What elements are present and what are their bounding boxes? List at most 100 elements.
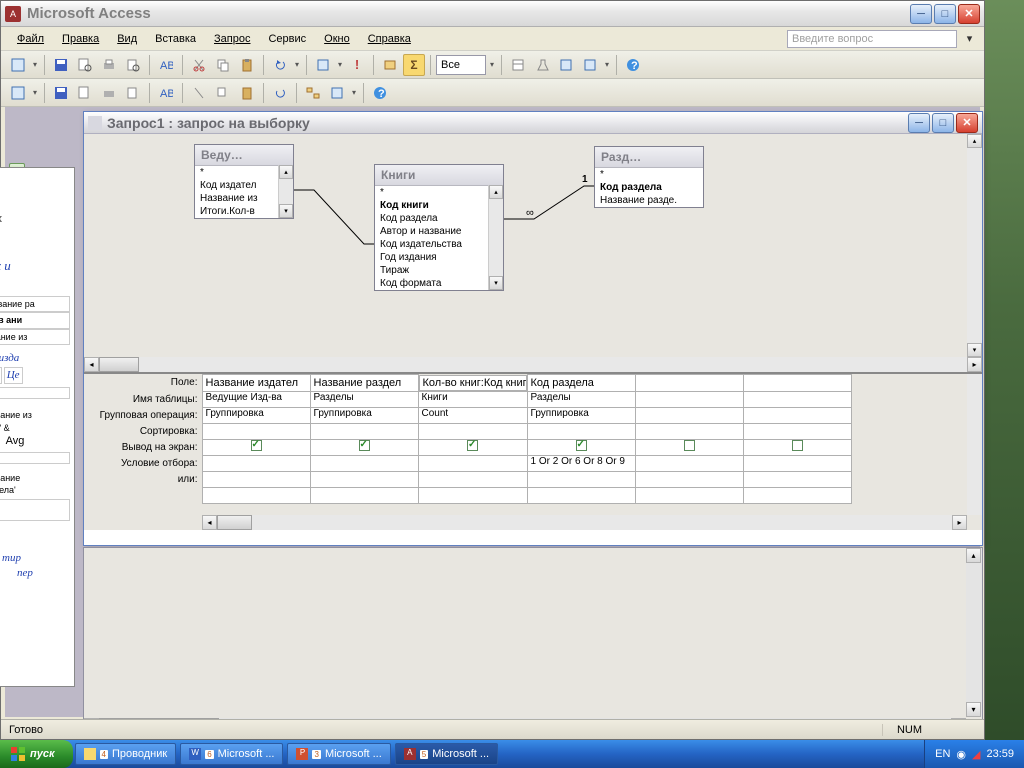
preview2-button[interactable] [122,82,144,104]
checkbox-icon[interactable] [684,440,695,451]
system-tray[interactable]: EN ◉ ◢ 23:59 [924,740,1024,768]
qbe-or-cell[interactable] [743,471,851,487]
taskbar-item[interactable]: P3Microsoft ... [287,743,390,765]
taskbar-item[interactable]: W6Microsoft ... [180,743,283,765]
menu-tools[interactable]: Сервис [260,31,314,47]
save-button[interactable] [50,54,72,76]
qbe-table-cell[interactable]: Разделы [310,391,418,407]
qbe-blank-cell[interactable] [743,487,851,503]
paste-button[interactable] [236,54,258,76]
qbe-criteria-cell[interactable] [743,455,851,471]
table-field[interactable]: Код издательства [375,238,503,251]
undo2-button[interactable] [269,82,291,104]
qbe-field-cell[interactable]: Кол-во книг:Код книги▾ [419,375,527,391]
qbe-criteria-cell[interactable]: 1 Or 2 Or 6 Or 8 Or 9 [527,455,635,471]
diagram-vscrollbar[interactable]: ▴ ▾ [967,134,982,357]
cut-button[interactable] [188,54,210,76]
copy2-button[interactable] [212,82,234,104]
qw-maximize-button[interactable]: □ [932,113,954,133]
table-field[interactable]: Код книги [375,199,503,212]
qbe-or-cell[interactable] [310,471,418,487]
checkbox-icon[interactable] [359,440,370,451]
qw-close-button[interactable]: ✕ [956,113,978,133]
run-button[interactable]: ! [346,54,368,76]
table-field[interactable]: Тираж [375,264,503,277]
table-field-list[interactable]: * Код книги Код раздела Автор и название… [375,186,503,290]
qbe-grid[interactable]: Поле: Название издател Название раздел К… [84,374,852,504]
qbe-sort-cell[interactable] [743,423,851,439]
totals-button[interactable]: Σ [403,54,425,76]
qbe-table-cell[interactable]: Ведущие Изд-ва [202,391,310,407]
qbe-total-cell[interactable] [743,407,851,423]
qbe-field-cell[interactable]: Код раздела [527,375,635,392]
object-button[interactable] [326,82,348,104]
build-button[interactable] [531,54,553,76]
qbe-criteria-cell[interactable] [635,455,743,471]
save2-button[interactable] [50,82,72,104]
qbe-criteria-cell[interactable] [310,455,418,471]
print-button[interactable] [98,54,120,76]
taskbar-item-active[interactable]: A5Microsoft ... [395,743,498,765]
qbe-field-cell[interactable]: Название издател [202,375,310,392]
ask-a-question-box[interactable]: Введите вопрос [787,30,957,48]
qbe-sort-cell[interactable] [635,423,743,439]
table-box-vedushchie[interactable]: Веду… * Код издател Название из Итоги.Ко… [194,144,294,219]
help-button[interactable]: ? [622,54,644,76]
help2-button[interactable]: ? [369,82,391,104]
qw-minimize-button[interactable]: ─ [908,113,930,133]
undo-button[interactable] [269,54,291,76]
topvalues-combo[interactable]: Все [436,55,486,75]
table-diagram-pane[interactable]: Веду… * Код издател Название из Итоги.Ко… [84,134,982,374]
qbe-table-cell[interactable] [635,391,743,407]
subwindow-vscrollbar[interactable]: ▴ ▾ [966,548,982,717]
querytype-dropdown-icon[interactable]: ▾ [336,60,344,69]
table-field[interactable]: Год издания [375,251,503,264]
checkbox-icon[interactable] [792,440,803,451]
qbe-total-cell[interactable] [635,407,743,423]
menu-view[interactable]: Вид [109,31,145,47]
table-box-knigi[interactable]: Книги * Код книги Код раздела Автор и на… [374,164,504,291]
print2-button[interactable] [98,82,120,104]
topvalues-dropdown-icon[interactable]: ▾ [488,60,496,69]
newobject-button[interactable] [579,54,601,76]
table-scrollbar[interactable]: ▴▾ [278,165,293,218]
menu-window[interactable]: Окно [316,31,358,47]
filesearch2-button[interactable] [74,82,96,104]
diagram-hscrollbar[interactable]: ◂▸ [84,357,982,372]
relations-button[interactable] [302,82,324,104]
close-button[interactable]: ✕ [958,4,980,24]
qbe-criteria-cell[interactable] [202,455,310,471]
qbe-table-cell[interactable] [743,391,851,407]
taskbar-item[interactable]: 4Проводник [75,743,177,765]
qbe-criteria-cell[interactable] [418,455,527,471]
qbe-show-cell[interactable] [418,439,527,455]
qbe-total-cell[interactable]: Группировка [202,407,310,423]
tray-icon[interactable]: ◉ [956,748,966,761]
qbe-show-cell[interactable] [202,439,310,455]
view2-dropdown-icon[interactable]: ▾ [31,88,39,97]
database-window-button[interactable] [555,54,577,76]
view2-button[interactable] [7,82,29,104]
qbe-blank-cell[interactable] [418,487,527,503]
language-indicator[interactable]: EN [935,748,950,760]
qbe-show-cell[interactable] [743,439,851,455]
table-field[interactable]: Код раздела [375,212,503,225]
view-dropdown-icon[interactable]: ▾ [31,60,39,69]
paste2-button[interactable] [236,82,258,104]
menu-query[interactable]: Запрос [206,31,258,47]
checkbox-icon[interactable] [251,440,262,451]
tray-clock[interactable]: 23:59 [986,748,1014,760]
query-window-titlebar[interactable]: Запрос1 : запрос на выборку ─ □ ✕ [84,112,982,134]
qbe-show-cell[interactable] [635,439,743,455]
qbe-blank-cell[interactable] [202,487,310,503]
qbe-blank-cell[interactable] [527,487,635,503]
qbe-show-cell[interactable] [527,439,635,455]
menu-help[interactable]: Справка [360,31,419,47]
qbe-or-cell[interactable] [202,471,310,487]
querytype-button[interactable] [312,54,334,76]
qbe-show-cell[interactable] [310,439,418,455]
table-field[interactable]: Автор и название [375,225,503,238]
qbe-field-cell[interactable] [635,375,743,392]
table-field[interactable]: Код формата [375,277,503,290]
qbe-total-cell[interactable]: Count [418,407,527,423]
